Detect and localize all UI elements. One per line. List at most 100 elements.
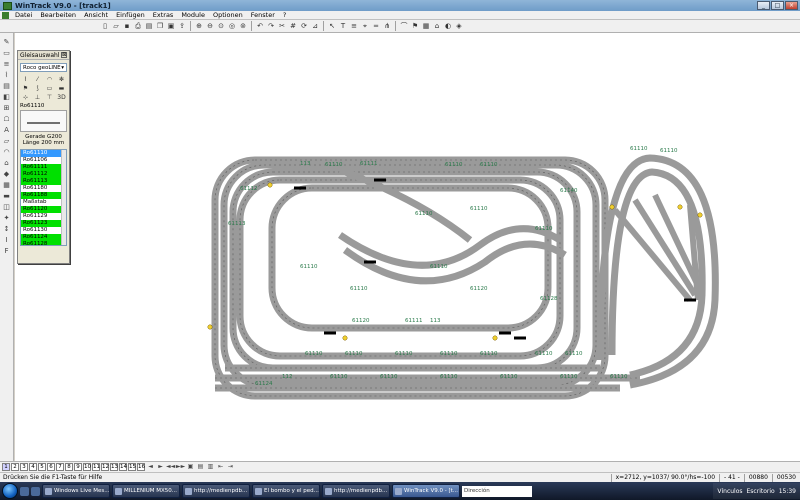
layer-tab-1[interactable]: 1 [2,463,10,471]
tool-icon-1[interactable]: ✎ [2,37,12,47]
print-icon[interactable]: ⎙ [133,21,143,31]
layer-tab-6[interactable]: 6 [47,463,55,471]
signal-dot-3[interactable] [342,335,348,341]
maximize-button[interactable]: □ [771,1,784,10]
track-type-icon-11[interactable]: ⊤ [44,93,55,101]
undo-icon[interactable]: ↶ [255,21,265,31]
tool-icon-3[interactable]: ≡ [2,59,12,69]
layer-nav-icon-3[interactable]: ◄◄ [166,463,175,471]
layer-nav-icon-2[interactable]: ► [156,463,165,471]
track-loop-5-ties[interactable] [271,187,549,329]
zoom-all-icon[interactable]: ⊚ [238,21,248,31]
color-icon[interactable]: ◐ [443,21,453,31]
tool-icon-19[interactable]: I [2,235,12,245]
layer-tab-13[interactable]: 13 [110,463,118,471]
layout-canvas[interactable]: 61111 61110 61110 113 61110 61112 61113 61110 61… [15,33,800,461]
paste-icon[interactable]: ▣ [166,21,176,31]
tool-icon-17[interactable]: ✦ [2,213,12,223]
menu-help[interactable]: ? [279,11,290,19]
taskbar-button[interactable]: El bombo y el ped... [252,484,320,498]
signal-icon[interactable]: ⚑ [410,21,420,31]
track-type-icon-1[interactable]: ⌇ [20,75,31,83]
signal-dot-7[interactable] [697,212,703,218]
manufacturer-select[interactable]: Roco geoLINE ▾ [20,63,67,72]
switch-icon[interactable]: ⋔ [382,21,392,31]
layer-nav-icon-4[interactable]: ►► [176,463,185,471]
zoom-out-icon[interactable]: ⊖ [205,21,215,31]
rotate-icon[interactable]: ⟳ [299,21,309,31]
layer-tab-4[interactable]: 4 [29,463,37,471]
layer-tab-14[interactable]: 14 [119,463,127,471]
redo-icon[interactable]: ↷ [266,21,276,31]
export-icon[interactable]: ⇪ [177,21,187,31]
track-type-icon-10[interactable]: ⊥ [32,93,43,101]
track-loop-5-bed[interactable] [268,184,552,332]
start-button[interactable] [2,483,18,499]
tool-icon-9[interactable]: A [2,125,12,135]
layer-tab-2[interactable]: 2 [11,463,19,471]
zoom-in-icon[interactable]: ⊕ [194,21,204,31]
track-type-icon-4[interactable]: ✻ [56,75,67,83]
layer-tab-3[interactable]: 3 [20,463,28,471]
cut-icon[interactable]: ✂ [277,21,287,31]
title-bar[interactable]: WinTrack V9.0 - [track1] _ □ × [0,0,800,11]
layer-nav-icon-1[interactable]: ◄ [146,463,155,471]
save-icon[interactable]: ▪ [122,21,132,31]
links-toolbar[interactable]: Vínculos [717,488,742,495]
part-list[interactable]: Ro61110 Ro61106 Ro61111 Ro61112 Ro61113 Ro611… [20,149,67,246]
tool-icon-5[interactable]: ▤ [2,81,12,91]
tool-icon-13[interactable]: ◆ [2,169,12,179]
signal-dot-2[interactable] [267,182,273,188]
tool-icon-12[interactable]: ⌂ [2,158,12,168]
part-list-item[interactable]: Ro61120 [21,206,66,213]
layer-nav-icon-6[interactable]: ▤ [196,463,205,471]
document-icon[interactable] [2,11,9,19]
taskbar-button[interactable]: WinTrack V9.0 - [t... [392,484,460,498]
track-type-icon-7[interactable]: ▭ [44,84,55,92]
switch-marker-5[interactable] [499,331,511,335]
taskbar-button[interactable]: Windows Live Mes... [42,484,110,498]
3d-icon[interactable]: ◈ [454,21,464,31]
menu-bearbeiten[interactable]: Bearbeiten [36,11,80,19]
signal-dot-5[interactable] [609,204,615,210]
tool-icon-10[interactable]: ▱ [2,136,12,146]
track-type-icon-2[interactable]: ⁄ [32,75,43,83]
track-type-icon-6[interactable]: ⟆ [32,84,43,92]
switch-marker-6[interactable] [684,298,696,302]
layer-icon[interactable]: ≡ [349,21,359,31]
part-list-item[interactable]: Ro61124 [21,234,66,241]
track-icon[interactable]: ═ [371,21,381,31]
part-list-item[interactable]: Ro61129 [21,213,66,220]
taskbar-button[interactable]: http://medienpdb... [322,484,390,498]
part-list-item[interactable]: Maßstab [21,199,66,206]
layer-nav-icon-7[interactable]: ▥ [206,463,215,471]
part-list-scrollbar[interactable] [61,150,66,245]
layer-tab-7[interactable]: 7 [56,463,64,471]
layer-tab-15[interactable]: 15 [128,463,136,471]
copy-icon[interactable]: ❐ [155,21,165,31]
switch-marker-1[interactable] [294,186,306,190]
panel-title-bar[interactable]: Gleisauswahl ⊠ [18,51,69,60]
desktop-toolbar[interactable]: Escritorio [747,488,775,495]
menu-module[interactable]: Module [177,11,209,19]
tool-icon-8[interactable]: ☖ [2,114,12,124]
track-type-icon-12[interactable]: 3D [56,93,67,101]
show-desktop-icon[interactable] [20,486,29,496]
snap-icon[interactable]: ⌖ [360,21,370,31]
tool-icon-2[interactable]: ▭ [2,48,12,58]
part-list-item[interactable]: Ro61110 [21,150,66,157]
menu-datei[interactable]: Datei [11,11,36,19]
bridge-icon[interactable]: ⌒ [399,21,409,31]
zoom-window-icon[interactable]: ◎ [227,21,237,31]
tool-icon-16[interactable]: ◫ [2,202,12,212]
part-list-item[interactable]: Ro61106 [21,157,66,164]
switch-marker-2[interactable] [374,178,386,182]
layer-tab-11[interactable]: 11 [92,463,100,471]
layer-nav-icon-5[interactable]: ▣ [186,463,195,471]
tool-icon-4[interactable]: ⌇ [2,70,12,80]
taskbar-button[interactable]: MILLENIUM MX50... [112,484,180,498]
new-icon[interactable]: ▯ [100,21,110,31]
menu-optionen[interactable]: Optionen [209,11,247,19]
block-icon[interactable]: ▦ [421,21,431,31]
part-list-item[interactable]: Ro61128 [21,241,66,245]
